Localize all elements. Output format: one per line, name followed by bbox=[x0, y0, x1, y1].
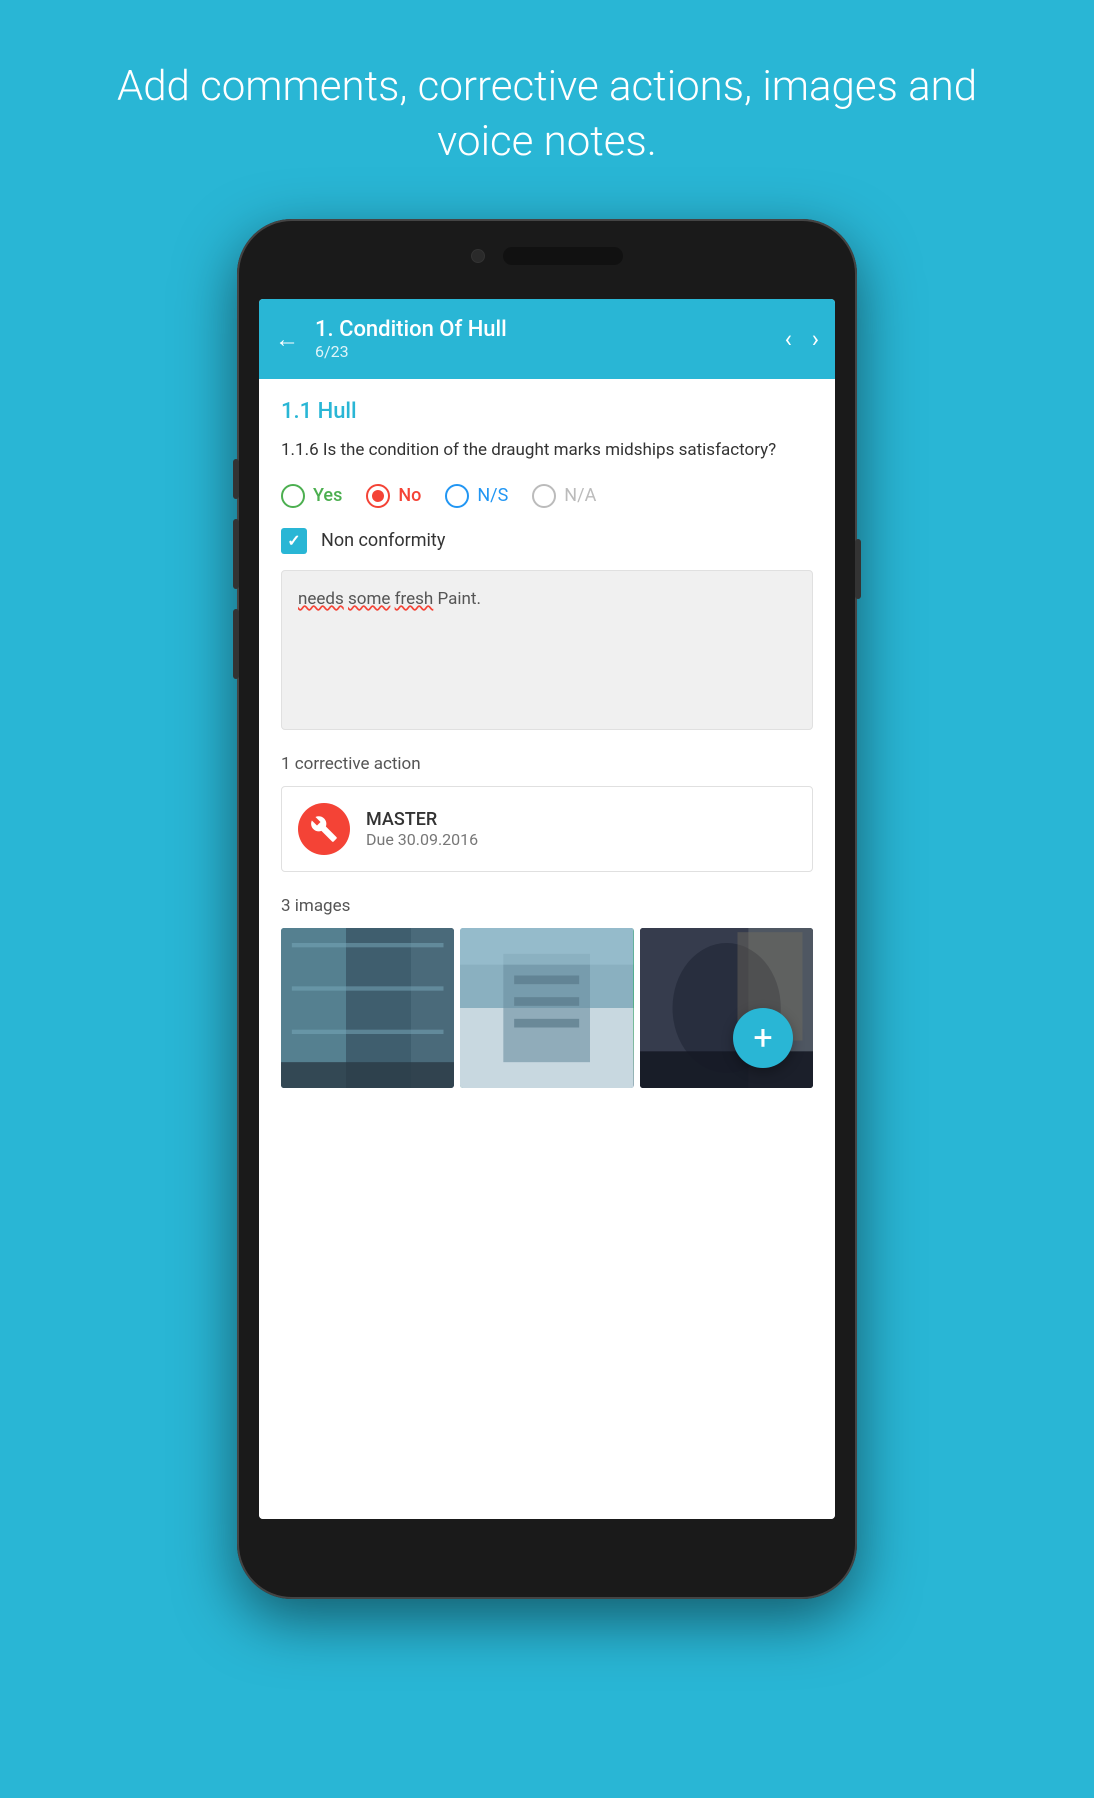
ns-label: N/S bbox=[477, 485, 508, 506]
header-subtitle: 6/23 bbox=[315, 342, 785, 361]
corrective-info: MASTER Due 30.09.2016 bbox=[366, 809, 478, 849]
image-thumb-3[interactable] bbox=[640, 928, 813, 1088]
comment-word-needs: needs bbox=[298, 589, 344, 609]
corrective-actions-label: 1 corrective action bbox=[281, 754, 813, 774]
speaker-grille bbox=[503, 247, 623, 265]
app-header: ← 1. Condition Of Hull 6/23 ‹ › bbox=[259, 299, 835, 379]
power-button bbox=[855, 539, 861, 599]
image-thumb-2[interactable] bbox=[460, 928, 633, 1088]
no-radio-inner bbox=[372, 490, 384, 502]
na-radio-circle bbox=[532, 484, 556, 508]
prev-button[interactable]: ‹ bbox=[785, 325, 792, 353]
yes-label: Yes bbox=[313, 485, 342, 506]
answer-yes[interactable]: Yes bbox=[281, 484, 342, 508]
corrective-due: Due 30.09.2016 bbox=[366, 830, 478, 849]
hero-text: Add comments, corrective actions, images… bbox=[0, 60, 1094, 169]
section-title: 1.1 Hull bbox=[281, 399, 813, 424]
back-button[interactable]: ← bbox=[275, 325, 299, 354]
no-radio-circle bbox=[366, 484, 390, 508]
phone-top-bar bbox=[471, 247, 623, 265]
comment-content: needs some fresh Paint. bbox=[298, 587, 796, 613]
comment-word-fresh: fresh bbox=[395, 589, 434, 609]
answer-ns[interactable]: N/S bbox=[445, 484, 508, 508]
comment-word-some: some bbox=[348, 589, 390, 609]
phone-screen: ← 1. Condition Of Hull 6/23 ‹ › 1.1 Hull… bbox=[259, 299, 835, 1519]
comment-word-paint: Paint. bbox=[438, 589, 481, 609]
phone-device: ← 1. Condition Of Hull 6/23 ‹ › 1.1 Hull… bbox=[237, 219, 857, 1599]
question-text: 1.1.6 Is the condition of the draught ma… bbox=[281, 438, 813, 464]
images-grid: + bbox=[281, 928, 813, 1088]
volume-up-button bbox=[233, 519, 239, 589]
image-thumb-1[interactable] bbox=[281, 928, 454, 1088]
non-conformity-label: Non conformity bbox=[321, 530, 445, 551]
no-label: No bbox=[398, 485, 421, 506]
corrective-icon-circle bbox=[298, 803, 350, 855]
volume-silent-button bbox=[233, 459, 239, 499]
add-fab-button[interactable]: + bbox=[733, 1008, 793, 1068]
next-button[interactable]: › bbox=[812, 325, 819, 353]
ns-radio-circle bbox=[445, 484, 469, 508]
header-nav: ‹ › bbox=[785, 325, 819, 353]
images-label: 3 images bbox=[281, 896, 813, 916]
yes-radio-circle bbox=[281, 484, 305, 508]
header-title-block: 1. Condition Of Hull 6/23 bbox=[299, 317, 785, 361]
volume-down-button bbox=[233, 609, 239, 679]
answer-radio-group: Yes No N/S N/A bbox=[281, 484, 813, 508]
checkmark-icon: ✓ bbox=[287, 531, 300, 550]
corrective-name: MASTER bbox=[366, 809, 478, 830]
camera-dot bbox=[471, 249, 485, 263]
checkbox-box: ✓ bbox=[281, 528, 307, 554]
screen-content: 1.1 Hull 1.1.6 Is the condition of the d… bbox=[259, 379, 835, 1519]
answer-no[interactable]: No bbox=[366, 484, 421, 508]
non-conformity-checkbox-row[interactable]: ✓ Non conformity bbox=[281, 528, 813, 554]
header-title: 1. Condition Of Hull bbox=[315, 317, 785, 342]
corrective-action-card[interactable]: MASTER Due 30.09.2016 bbox=[281, 786, 813, 872]
comment-textbox[interactable]: needs some fresh Paint. bbox=[281, 570, 813, 730]
wrench-icon bbox=[310, 815, 338, 843]
na-label: N/A bbox=[564, 485, 596, 506]
answer-na[interactable]: N/A bbox=[532, 484, 596, 508]
